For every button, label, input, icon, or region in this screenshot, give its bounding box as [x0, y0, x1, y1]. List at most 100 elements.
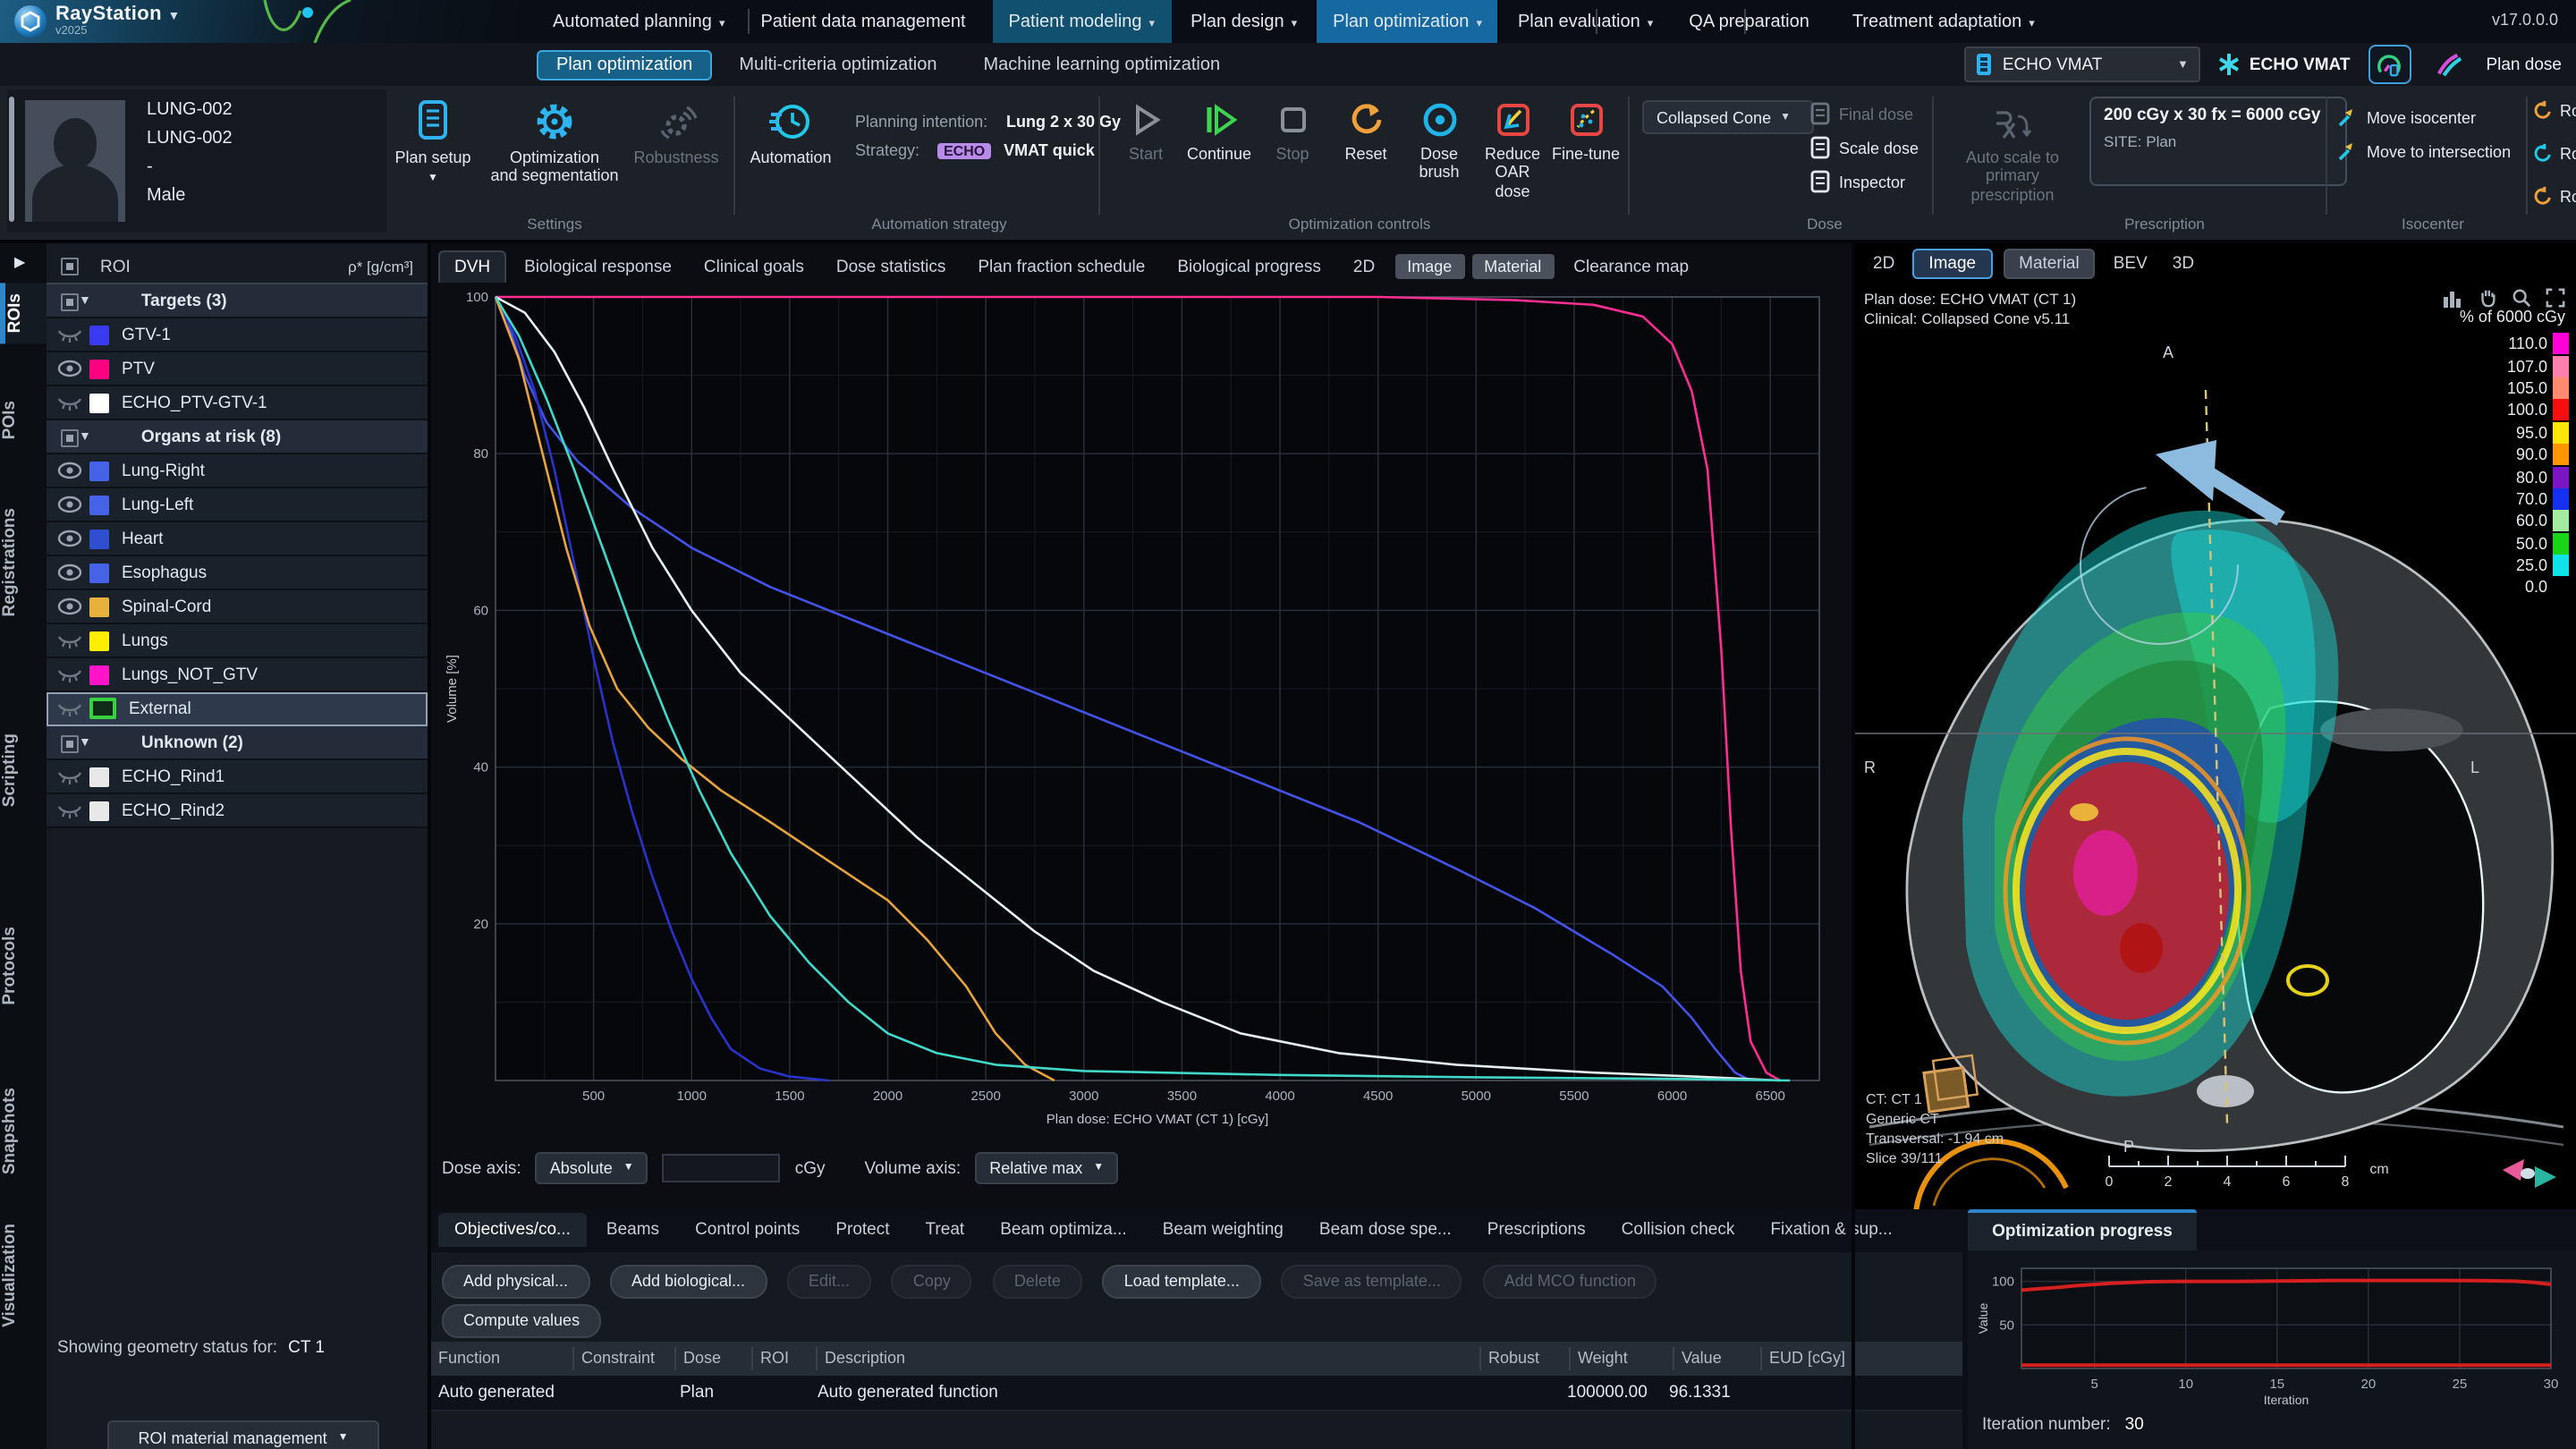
sidebar-item-snapshots[interactable]: Snapshots	[0, 1077, 47, 1185]
dvh-tab[interactable]: Image	[1394, 254, 1464, 279]
menu-item[interactable]: Plan evaluation ▾	[1502, 0, 1669, 43]
sidebar-item-visualization[interactable]: Visualization	[0, 1213, 47, 1338]
objectives-button[interactable]: Add biological...	[610, 1264, 767, 1298]
menu-item[interactable]: Plan design ▾	[1174, 0, 1313, 43]
sidebar-item-registrations[interactable]: Registrations	[0, 497, 47, 627]
sidebar-item-protocols[interactable]: Protocols	[0, 916, 47, 1016]
dvh-tab[interactable]: 2D	[1339, 252, 1389, 283]
sidebar-item-pois[interactable]: POIs	[0, 390, 47, 450]
visibility-toggle[interactable]	[57, 801, 89, 819]
raystation-logo-icon[interactable]	[14, 5, 47, 38]
roi-color-swatch[interactable]	[89, 529, 109, 548]
optimization-progress-chart[interactable]: 5101520253050100IterationValue	[1975, 1258, 2565, 1408]
rotate-button[interactable]: Rota	[2533, 100, 2576, 120]
beam-set-select[interactable]: ECHO VMAT ▼	[1965, 47, 2201, 82]
objectives-tab[interactable]: Beam dose spe...	[1303, 1213, 1468, 1247]
roi-color-swatch[interactable]	[89, 665, 109, 684]
dvh-chart[interactable]: 5001000150020002500300035004000450050005…	[442, 286, 1841, 1145]
control-button[interactable]: Fine-tune	[1549, 100, 1623, 200]
visibility-toggle[interactable]	[57, 496, 89, 513]
column-header[interactable]: EUD [cGy]	[1760, 1347, 1862, 1370]
objectives-button[interactable]: Load template...	[1103, 1264, 1261, 1298]
visibility-toggle[interactable]	[57, 360, 89, 377]
column-header[interactable]: Function	[431, 1347, 572, 1370]
control-button[interactable]: Dose brush	[1402, 100, 1476, 200]
roi-color-swatch[interactable]	[89, 631, 109, 650]
roi-row[interactable]: Lungs	[47, 624, 428, 658]
checkbox-icon[interactable]	[61, 429, 79, 447]
roi-color-swatch[interactable]	[89, 767, 109, 786]
visibility-toggle[interactable]	[57, 564, 89, 581]
dvh-tab[interactable]: Biological response	[510, 252, 686, 283]
roi-row[interactable]: Lung-Right	[47, 454, 428, 488]
objectives-table-row[interactable]: Auto generated Plan Auto generated funct…	[431, 1376, 1962, 1411]
dvh-tab[interactable]: Biological progress	[1163, 252, 1335, 283]
menu-item[interactable]: Patient data management	[744, 0, 988, 43]
dose-action[interactable]: Final dose	[1810, 97, 1919, 131]
objectives-tab[interactable]: Treat	[910, 1213, 981, 1247]
roi-row[interactable]: External	[47, 692, 428, 726]
menu-item[interactable]: Treatment adaptation ▾	[1836, 0, 2051, 43]
objectives-tab[interactable]: Protect	[819, 1213, 905, 1247]
roi-color-swatch[interactable]	[89, 495, 109, 514]
collapse-caret-icon[interactable]: ▼	[79, 736, 91, 749]
prescription-box[interactable]: 200 cGy x 30 fx = 6000 cGy SITE: Plan	[2089, 97, 2347, 186]
column-header[interactable]: Dose	[674, 1347, 751, 1370]
column-header[interactable]: Description	[816, 1347, 1479, 1370]
objectives-tab[interactable]: Control points	[679, 1213, 816, 1247]
dose-axis-select[interactable]: Absolute▼	[536, 1152, 648, 1184]
control-button[interactable]: Reduce OAR dose	[1476, 100, 1549, 200]
roi-row[interactable]: Lungs_NOT_GTV	[47, 658, 428, 692]
roi-row[interactable]: PTV	[47, 352, 428, 386]
objectives-button[interactable]: Add MCO function	[1483, 1264, 1657, 1298]
objectives-button[interactable]: Save as template...	[1282, 1264, 1462, 1298]
control-button[interactable]: Continue	[1182, 100, 1256, 200]
dvh-tab[interactable]: Clinical goals	[690, 252, 818, 283]
splitter[interactable]	[1852, 243, 1855, 1449]
checkbox-icon[interactable]	[61, 258, 79, 275]
roi-row[interactable]: ECHO_PTV-GTV-1	[47, 386, 428, 420]
ct-view[interactable]: Plan dose: ECHO VMAT (CT 1) Clinical: Co…	[1855, 283, 2576, 1209]
dose-brush-toggle-button[interactable]	[2428, 47, 2468, 82]
roi-color-swatch[interactable]	[89, 597, 109, 616]
dose-axis-max-input[interactable]	[663, 1154, 781, 1182]
robustness-button[interactable]: Robustness	[630, 100, 723, 167]
roi-color-swatch[interactable]	[89, 698, 116, 719]
checkbox-icon[interactable]	[61, 293, 79, 311]
column-header[interactable]: ROI	[751, 1347, 816, 1370]
menu-item[interactable]: Patient modeling ▾	[993, 0, 1172, 43]
rotate-button[interactable]: Rota	[2533, 186, 2576, 206]
visibility-toggle[interactable]	[57, 665, 89, 683]
compute-values-button[interactable]: Compute values	[442, 1303, 601, 1337]
roi-row[interactable]: ▼ Targets (3)	[47, 284, 428, 318]
objectives-tab[interactable]: Prescriptions	[1471, 1213, 1602, 1247]
column-header[interactable]: Weight	[1569, 1347, 1673, 1370]
visibility-toggle[interactable]	[57, 699, 89, 717]
viewer-tab[interactable]: 3D	[2165, 250, 2201, 276]
column-header[interactable]: Constraint	[572, 1347, 674, 1370]
app-title[interactable]: RayStation ▼	[55, 4, 181, 25]
workspace-tab[interactable]: Plan optimization	[537, 49, 712, 80]
objectives-tab[interactable]: Beam weighting	[1147, 1213, 1300, 1247]
roi-row[interactable]: Spinal-Cord	[47, 590, 428, 624]
dose-algorithm-select[interactable]: Collapsed Cone ▼	[1642, 100, 1814, 134]
patient-card[interactable]: LUNG-002 LUNG-002 - Male	[7, 89, 386, 233]
roi-row[interactable]: ▼ Organs at ris	[47, 420, 428, 454]
pan-hand-icon[interactable]	[2478, 288, 2497, 308]
dvh-tab[interactable]: Plan fraction schedule	[963, 252, 1159, 283]
roi-color-swatch[interactable]	[89, 325, 109, 344]
rotate-button[interactable]: Rota	[2533, 143, 2576, 163]
roi-color-swatch[interactable]	[89, 359, 109, 378]
dose-gauge-button[interactable]	[2368, 45, 2411, 84]
collapse-caret-icon[interactable]: ▼	[79, 430, 91, 443]
sidebar-item-scripting[interactable]: Scripting	[0, 723, 47, 818]
roi-color-swatch[interactable]	[89, 393, 109, 412]
visibility-toggle[interactable]	[57, 394, 89, 411]
dose-action[interactable]: Scale dose	[1810, 131, 1919, 165]
isocenter-action[interactable]: Move to intersection	[2336, 134, 2511, 168]
histogram-icon[interactable]	[2442, 288, 2463, 308]
menu-item[interactable]: Plan optimization ▾	[1317, 0, 1498, 43]
auto-scale-prescription-button[interactable]: Auto scale toprimary prescription	[1943, 107, 2082, 204]
objectives-tab[interactable]: Beams	[590, 1213, 675, 1247]
roi-material-management-button[interactable]: ROI material management▼	[107, 1420, 379, 1449]
